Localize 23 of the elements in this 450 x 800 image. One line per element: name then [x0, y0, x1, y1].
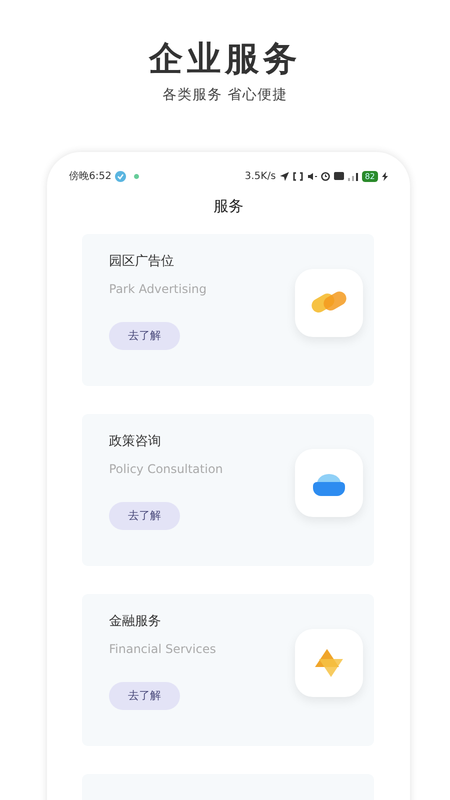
network-speed: 3.5K/s	[244, 170, 276, 184]
learn-more-button[interactable]: 去了解	[109, 682, 180, 710]
service-subtitle: Policy Consultation	[109, 460, 224, 478]
signal-icon	[348, 172, 358, 180]
learn-more-button[interactable]: 去了解	[109, 502, 180, 530]
triangles-icon	[313, 647, 345, 679]
screen-title: 服务	[214, 197, 244, 215]
battery-level: 82	[362, 170, 378, 182]
service-title: 政策咨询	[109, 433, 162, 451]
charging-icon	[382, 172, 388, 180]
learn-more-button[interactable]: 去了解	[109, 322, 180, 350]
service-subtitle: Park Advertising	[109, 280, 208, 298]
page-subtitle: 各类服务 省心便捷	[162, 86, 288, 105]
service-subtitle: Financial Services	[109, 640, 217, 658]
check-icon	[115, 170, 126, 182]
volume-icon	[306, 172, 317, 180]
service-title: 园区广告位	[109, 253, 175, 271]
service-title: 金融服务	[109, 613, 162, 631]
status-time: 傍晚6:52	[69, 170, 112, 184]
page-title: 企业服务	[149, 42, 301, 76]
alarm-icon	[320, 172, 330, 180]
location-icon	[280, 172, 289, 180]
dot-icon	[134, 174, 140, 178]
